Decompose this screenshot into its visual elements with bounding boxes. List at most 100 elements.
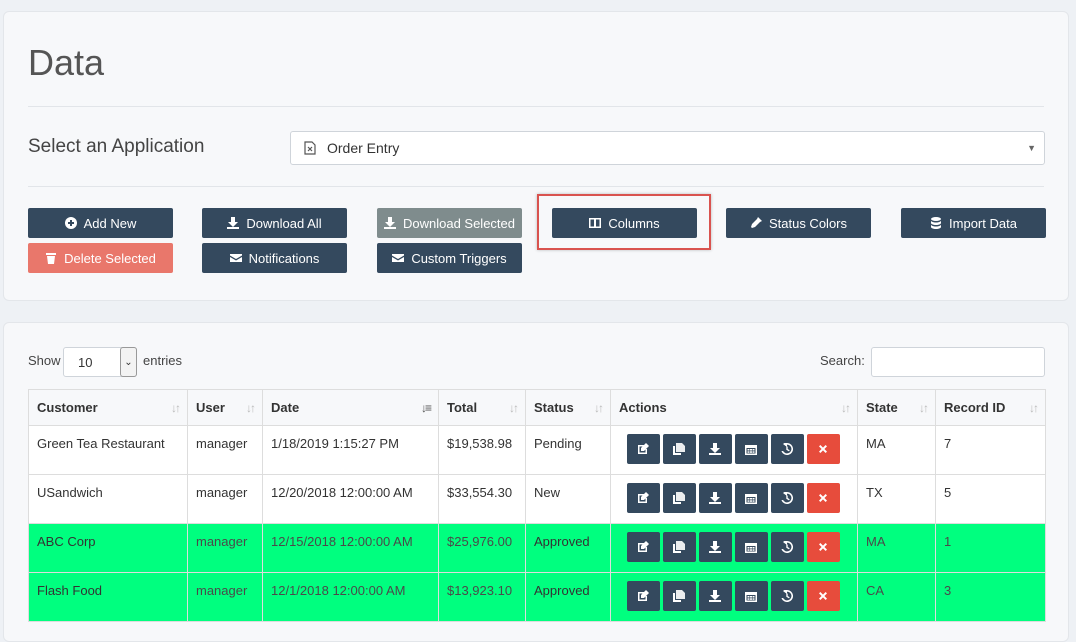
- edit-record-button[interactable]: [627, 581, 660, 611]
- cell-record-id: 1: [935, 523, 1046, 573]
- cell-total: $19,538.98: [438, 425, 526, 475]
- entries-select-value: 10: [78, 355, 93, 370]
- column-header-record-id[interactable]: Record ID ↓↑: [935, 389, 1046, 426]
- delete-record-button[interactable]: [807, 483, 840, 513]
- copy-icon: [673, 541, 685, 553]
- download-all-button[interactable]: Download All: [202, 208, 347, 238]
- cell-actions: [610, 523, 858, 573]
- download-icon: [227, 217, 240, 229]
- delete-selected-button[interactable]: Delete Selected: [28, 243, 173, 273]
- schedule-record-button[interactable]: [735, 483, 768, 513]
- history-icon: [781, 590, 793, 602]
- calendar-icon: [745, 494, 757, 504]
- edit-icon: [638, 590, 649, 601]
- custom-triggers-button[interactable]: Custom Triggers: [377, 243, 522, 273]
- download-all-label: Download All: [246, 215, 322, 231]
- sort-icon: ↓↑: [841, 401, 851, 415]
- cell-actions: [610, 425, 858, 475]
- cell-user: manager: [187, 425, 263, 475]
- status-colors-label: Status Colors: [768, 215, 848, 231]
- edit-record-button[interactable]: [627, 483, 660, 513]
- application-select[interactable]: Order Entry ▼: [290, 131, 1045, 165]
- cell-status: Approved: [525, 523, 611, 573]
- custom-triggers-label: Custom Triggers: [411, 250, 507, 266]
- download-selected-label: Download Selected: [402, 215, 516, 231]
- cell-actions: [610, 474, 858, 524]
- table-row[interactable]: USandwich manager 12/20/2018 12:00:00 AM $3…: [28, 474, 1046, 524]
- table-row[interactable]: Flash Food manager 12/1/2018 12:00:00 AM $1…: [28, 572, 1046, 622]
- column-header-user[interactable]: User ↓↑: [187, 389, 263, 426]
- top-panel: Data Select an Application Order Entry ▼…: [3, 11, 1069, 301]
- cell-status: Approved: [525, 572, 611, 622]
- cell-state: MA: [857, 523, 936, 573]
- download-record-button[interactable]: [699, 581, 732, 611]
- copy-record-button[interactable]: [663, 532, 696, 562]
- chevron-down-icon: ⌄: [120, 347, 137, 377]
- close-icon: [819, 543, 827, 551]
- delete-record-button[interactable]: [807, 581, 840, 611]
- column-header-total[interactable]: Total ↓↑: [438, 389, 526, 426]
- table-row[interactable]: Green Tea Restaurant manager 1/18/2019 1:1…: [28, 425, 1046, 475]
- column-header-date[interactable]: Date ↓≡: [262, 389, 439, 426]
- header-label: Actions: [619, 400, 667, 415]
- sort-icon: ↓↑: [509, 401, 519, 415]
- notifications-button[interactable]: Notifications: [202, 243, 347, 273]
- sort-icon: ↓↑: [1029, 401, 1039, 415]
- download-record-button[interactable]: [699, 483, 732, 513]
- copy-record-button[interactable]: [663, 483, 696, 513]
- show-label: Show: [28, 353, 61, 368]
- edit-record-button[interactable]: [627, 532, 660, 562]
- history-record-button[interactable]: [771, 581, 804, 611]
- close-icon: [819, 494, 827, 502]
- columns-icon: [589, 218, 602, 228]
- column-header-actions[interactable]: Actions ↓↑: [610, 389, 858, 426]
- data-table: Customer ↓↑ User ↓↑ Date ↓≡ Total ↓↑ Status ↓…: [28, 389, 1046, 622]
- edit-record-button[interactable]: [627, 434, 660, 464]
- entries-select[interactable]: 10 ⌄: [63, 347, 137, 377]
- download-record-button[interactable]: [699, 434, 732, 464]
- columns-label: Columns: [608, 215, 660, 231]
- cell-record-id: 3: [935, 572, 1046, 622]
- sort-descending-icon: ↓≡: [420, 401, 432, 415]
- schedule-record-button[interactable]: [735, 434, 768, 464]
- schedule-record-button[interactable]: [735, 532, 768, 562]
- add-new-button[interactable]: Add New: [28, 208, 173, 238]
- history-record-button[interactable]: [771, 532, 804, 562]
- sort-icon: ↓↑: [594, 401, 604, 415]
- cell-customer: Flash Food: [28, 572, 188, 622]
- column-header-status[interactable]: Status ↓↑: [525, 389, 611, 426]
- columns-button[interactable]: Columns: [552, 208, 697, 238]
- history-record-button[interactable]: [771, 434, 804, 464]
- page-title: Data: [28, 42, 105, 83]
- cell-customer: Green Tea Restaurant: [28, 425, 188, 475]
- cell-record-id: 5: [935, 474, 1046, 524]
- cell-user: manager: [187, 572, 263, 622]
- cell-state: MA: [857, 425, 936, 475]
- download-record-button[interactable]: [699, 532, 732, 562]
- schedule-record-button[interactable]: [735, 581, 768, 611]
- copy-icon: [673, 443, 685, 455]
- copy-record-button[interactable]: [663, 581, 696, 611]
- download-selected-button[interactable]: Download Selected: [377, 208, 522, 238]
- status-colors-button[interactable]: Status Colors: [726, 208, 871, 238]
- download-icon: [709, 443, 721, 455]
- table-row[interactable]: ABC Corp manager 12/15/2018 12:00:00 AM $25…: [28, 523, 1046, 573]
- column-header-customer[interactable]: Customer ↓↑: [28, 389, 188, 426]
- trash-icon: [46, 253, 57, 264]
- history-icon: [781, 443, 793, 455]
- cell-status: New: [525, 474, 611, 524]
- search-input[interactable]: [871, 347, 1045, 377]
- download-icon: [383, 217, 396, 229]
- close-icon: [819, 445, 827, 453]
- cell-customer: USandwich: [28, 474, 188, 524]
- delete-record-button[interactable]: [807, 434, 840, 464]
- column-header-state[interactable]: State ↓↑: [857, 389, 936, 426]
- import-data-button[interactable]: Import Data: [901, 208, 1046, 238]
- copy-record-button[interactable]: [663, 434, 696, 464]
- cell-user: manager: [187, 523, 263, 573]
- select-application-label: Select an Application: [28, 136, 205, 157]
- history-record-button[interactable]: [771, 483, 804, 513]
- delete-record-button[interactable]: [807, 532, 840, 562]
- copy-icon: [673, 492, 685, 504]
- table-panel: Show 10 ⌄ entries Search: Customer ↓↑ Use…: [3, 322, 1069, 642]
